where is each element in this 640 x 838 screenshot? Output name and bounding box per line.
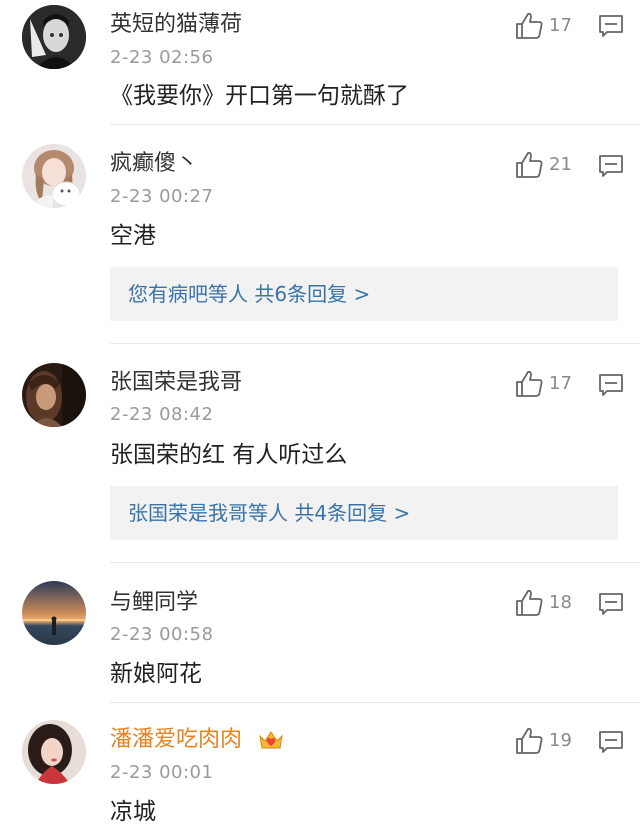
reply-summary[interactable]: 您有病吧等人 共6条回复 > [110,267,618,321]
comment-text: 《我要你》开口第一句就酥了 [110,83,409,109]
like-count: 19 [549,730,572,751]
timestamp: 2-23 00:01 [110,762,214,783]
reply-summary-link[interactable]: 您有病吧等人 共6条回复 > [128,281,370,307]
username[interactable]: 英短的猫薄荷 [110,12,242,38]
like-count: 21 [549,154,572,175]
timestamp: 2-23 02:56 [110,47,214,68]
comment-text: 凉城 [110,799,156,825]
reply-summary-link[interactable]: 张国荣是我哥等人 共4条回复 > [128,500,410,526]
like-count: 17 [549,373,572,394]
like-count: 17 [549,15,572,36]
reply-icon[interactable] [598,730,624,754]
divider [110,702,640,703]
timestamp: 2-23 00:58 [110,624,214,645]
divider [110,562,640,563]
username[interactable]: 疯癫傻丶 [110,151,198,177]
avatar[interactable] [22,581,86,645]
thumbs-up-icon[interactable] [514,588,544,618]
crown-heart-icon [259,731,283,749]
divider [110,124,640,125]
username[interactable]: 与鲤同学 [110,590,198,616]
reply-icon[interactable] [598,373,624,397]
thumbs-up-icon[interactable] [514,369,544,399]
reply-icon[interactable] [598,154,624,178]
avatar[interactable] [22,5,86,69]
timestamp: 2-23 08:42 [110,404,214,425]
avatar[interactable] [22,720,86,784]
comment-text: 空港 [110,223,156,249]
username[interactable]: 张国荣是我哥 [110,370,242,396]
comment-text: 张国荣的红 有人听过么 [110,442,348,468]
thumbs-up-icon[interactable] [514,11,544,41]
thumbs-up-icon[interactable] [514,150,544,180]
reply-icon[interactable] [598,14,624,38]
avatar[interactable] [22,144,86,208]
reply-icon[interactable] [598,592,624,616]
avatar[interactable] [22,363,86,427]
like-count: 18 [549,592,572,613]
divider [110,343,640,344]
reply-summary[interactable]: 张国荣是我哥等人 共4条回复 > [110,486,618,540]
timestamp: 2-23 00:27 [110,186,214,207]
thumbs-up-icon[interactable] [514,726,544,756]
username[interactable]: 潘潘爱吃肉肉 [110,727,242,753]
comment-text: 新娘阿花 [110,661,202,687]
